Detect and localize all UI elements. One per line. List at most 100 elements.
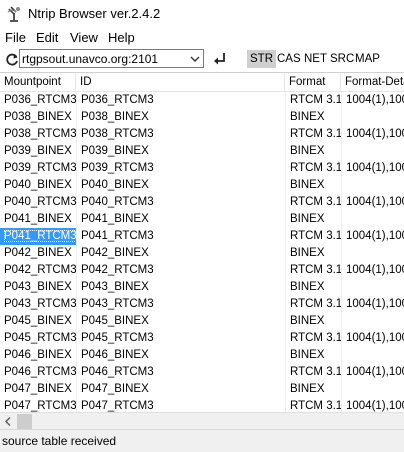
table-row[interactable]: P038_BINEX P038_BINEX BINEX (0, 109, 404, 126)
cell-format: BINEX (285, 313, 341, 330)
cell-format: RTCM 3.1 (285, 398, 341, 413)
table-row[interactable]: P036_RTCM3P036_RTCM3RTCM 3.11004(1),1005… (0, 92, 404, 109)
scrollbar-thumb[interactable] (17, 414, 32, 429)
cell-format: RTCM 3.1 (285, 92, 341, 109)
cell-format-details (341, 143, 404, 160)
table-row[interactable]: P039_RTCM3P039_RTCM3RTCM 3.11004(1),1005… (0, 160, 404, 177)
table-row[interactable]: P043_RTCM3P043_RTCM3RTCM 3.11004(1),1005… (0, 296, 404, 313)
cell-id: P038_RTCM3 (76, 126, 285, 143)
menu-help[interactable]: Help (106, 29, 137, 47)
cell-format: BINEX (285, 211, 341, 228)
cell-format: RTCM 3.1 (285, 262, 341, 279)
table-row[interactable]: P043_BINEX P043_BINEX BINEX (0, 279, 404, 296)
cell-format: RTCM 3.1 (285, 160, 341, 177)
title-bar: Ntrip Browser ver.2.4.2 (0, 0, 404, 28)
column-header-format-details[interactable]: Format-Details (341, 73, 404, 91)
status-text: source table received (2, 434, 117, 448)
satellite-antenna-icon (6, 6, 22, 22)
cell-id: P042_BINEX (76, 245, 285, 262)
cell-mountpoint: P046_BINEX (4, 349, 72, 361)
table-row[interactable]: P046_BINEX P046_BINEX BINEX (0, 347, 404, 364)
cell-format-details: 1004(1),1005(10) (341, 296, 404, 313)
mode-map-button[interactable]: MAP (352, 50, 383, 68)
table-row[interactable]: P042_RTCM3P042_RTCM3RTCM 3.11004(1),1005… (0, 262, 404, 279)
cell-mountpoint: P040_BINEX (4, 179, 72, 191)
horizontal-scrollbar[interactable] (0, 412, 404, 430)
status-bar: source table received (0, 429, 404, 452)
column-header-mountpoint[interactable]: Mountpoint (0, 73, 76, 91)
cell-id: P047_BINEX (76, 381, 285, 398)
chevron-down-icon[interactable] (189, 53, 201, 65)
cell-format-details: 1004(1),1005(10) (341, 398, 404, 413)
mode-net-button[interactable]: NET (301, 50, 330, 68)
menu-file[interactable]: File (3, 29, 28, 47)
cell-format-details: 1004(1),1005(10) (341, 194, 404, 211)
cell-mountpoint: P039_BINEX (4, 145, 72, 157)
table-row[interactable]: P040_RTCM3P040_RTCM3RTCM 3.11004(1),1005… (0, 194, 404, 211)
table-row[interactable]: P041_BINEX P041_BINEX BINEX (0, 211, 404, 228)
cell-id: P036_RTCM3 (76, 92, 285, 109)
menu-view[interactable]: View (68, 29, 100, 47)
cell-format-details (341, 313, 404, 330)
cell-id: P045_BINEX (76, 313, 285, 330)
cell-format-details: 1004(1),1005(10) (341, 364, 404, 381)
cell-format-details (341, 279, 404, 296)
table-row[interactable]: P047_BINEX P047_BINEX BINEX (0, 381, 404, 398)
cell-format: BINEX (285, 347, 341, 364)
table-row[interactable]: P041_RTCM3P041_RTCM3RTCM 3.11004(1),1005… (0, 228, 404, 245)
cell-id: P041_RTCM3 (76, 228, 285, 245)
cell-mountpoint: P042_RTCM3 (4, 264, 76, 276)
cell-mountpoint: P042_BINEX (4, 247, 72, 259)
cell-format-details (341, 211, 404, 228)
cell-id: P042_RTCM3 (76, 262, 285, 279)
table-row[interactable]: P047_RTCM3P047_RTCM3RTCM 3.11004(1),1005… (0, 398, 404, 413)
table-row[interactable]: P042_BINEX P042_BINEX BINEX (0, 245, 404, 262)
cell-format: BINEX (285, 177, 341, 194)
column-header-id[interactable]: ID (76, 73, 285, 91)
connect-enter-icon[interactable] (212, 51, 228, 67)
cell-id: P039_BINEX (76, 143, 285, 160)
column-header-format[interactable]: Format (285, 73, 341, 91)
toolbar: rtgpsout.unavco.org:2101 STR CAS NET SRC… (0, 48, 404, 72)
cell-format: BINEX (285, 245, 341, 262)
window-title: Ntrip Browser ver.2.4.2 (28, 6, 161, 21)
cell-id: P039_RTCM3 (76, 160, 285, 177)
cell-mountpoint: P038_RTCM3 (4, 128, 76, 140)
table-row[interactable]: P039_BINEX P039_BINEX BINEX (0, 143, 404, 160)
cell-format-details (341, 347, 404, 364)
cell-mountpoint: P041_BINEX (4, 213, 72, 225)
source-table[interactable]: Mountpoint ID Format Format-Details P036… (0, 72, 404, 413)
cell-id: P038_BINEX (76, 109, 285, 126)
menu-edit[interactable]: Edit (34, 29, 60, 47)
cell-id: P046_RTCM3 (76, 364, 285, 381)
mode-str-button[interactable]: STR (247, 50, 276, 68)
cell-mountpoint: P045_RTCM3 (4, 332, 76, 344)
cell-format: RTCM 3.1 (285, 194, 341, 211)
cell-id: P041_BINEX (76, 211, 285, 228)
cell-format: RTCM 3.1 (285, 296, 341, 313)
table-row[interactable]: P040_BINEX P040_BINEX BINEX (0, 177, 404, 194)
cell-format-details: 1004(1),1005(10) (341, 228, 404, 245)
cell-id: P046_BINEX (76, 347, 285, 364)
cell-format: BINEX (285, 143, 341, 160)
cell-format-details (341, 381, 404, 398)
refresh-icon[interactable] (4, 52, 20, 68)
cell-format: RTCM 3.1 (285, 126, 341, 143)
cell-format-details: 1004(1),1005(10) (341, 330, 404, 347)
caster-address-value: rtgpsout.unavco.org:2101 (22, 52, 159, 66)
cell-id: P043_RTCM3 (76, 296, 285, 313)
caster-address-combobox[interactable]: rtgpsout.unavco.org:2101 (19, 49, 204, 68)
mode-cas-button[interactable]: CAS (274, 50, 304, 68)
table-row[interactable]: P045_BINEX P045_BINEX BINEX (0, 313, 404, 330)
cell-id: P040_BINEX (76, 177, 285, 194)
table-header: Mountpoint ID Format Format-Details (0, 73, 404, 92)
cell-mountpoint: P036_RTCM3 (4, 94, 76, 106)
scroll-left-arrow-icon[interactable] (0, 413, 17, 430)
cell-format-details: 1004(1),1005(10) (341, 262, 404, 279)
cell-mountpoint: P041_RTCM3 (0, 228, 76, 245)
table-row[interactable]: P045_RTCM3P045_RTCM3RTCM 3.11004(1),1005… (0, 330, 404, 347)
cell-mountpoint: P047_BINEX (4, 383, 72, 395)
cell-mountpoint: P039_RTCM3 (4, 162, 76, 174)
table-row[interactable]: P046_RTCM3P046_RTCM3RTCM 3.11004(1),1005… (0, 364, 404, 381)
table-row[interactable]: P038_RTCM3P038_RTCM3RTCM 3.11004(1),1005… (0, 126, 404, 143)
